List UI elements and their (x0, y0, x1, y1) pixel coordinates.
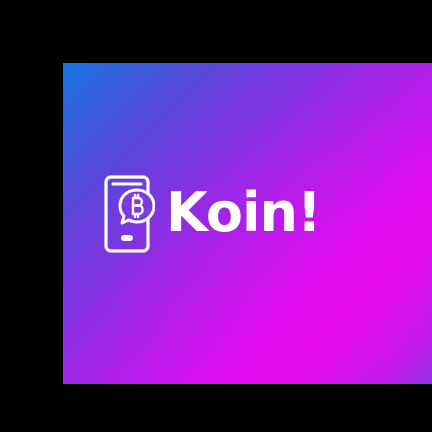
phone-home-button (121, 235, 133, 241)
bitcoin-icon (131, 193, 144, 219)
canvas: Koin! (0, 0, 432, 432)
logo-card: Koin! (63, 63, 432, 384)
brand-name: Koin! (166, 181, 322, 244)
phone-bitcoin-chat-icon (104, 175, 155, 253)
